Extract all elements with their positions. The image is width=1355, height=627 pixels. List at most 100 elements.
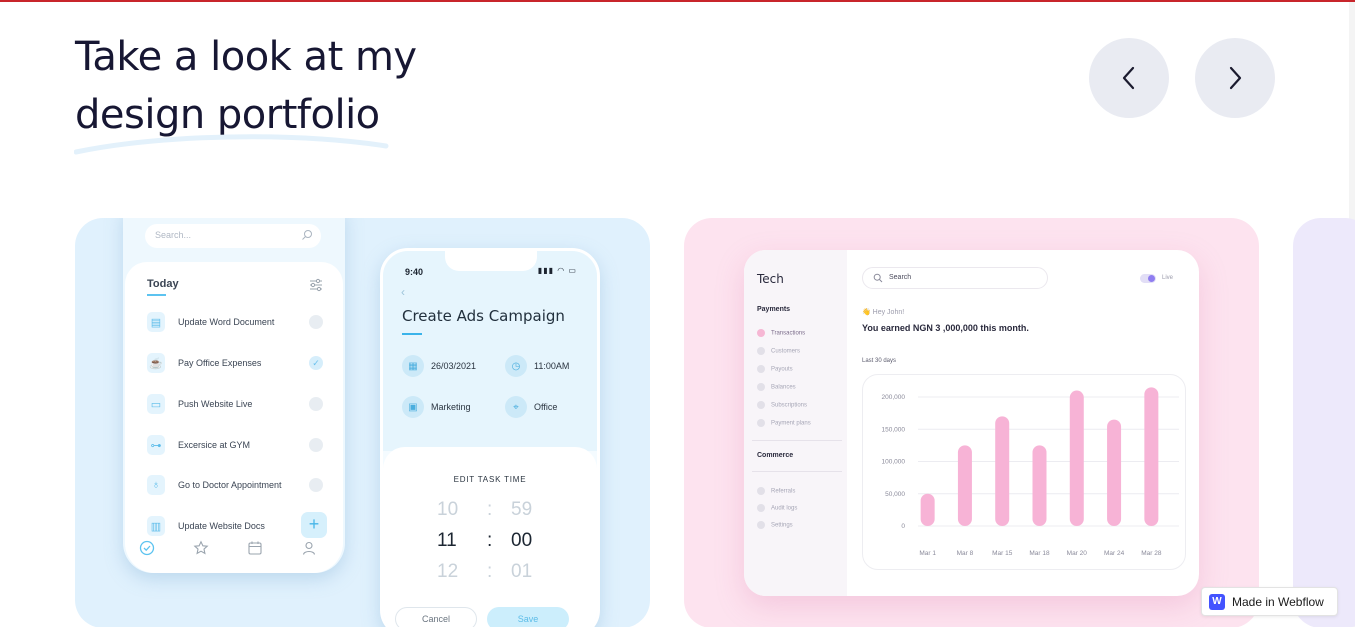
sidebar-item-settings: Settings [757,521,793,529]
star-icon [193,540,209,555]
carousel-prev-button[interactable] [1089,38,1169,118]
chart-xtick-label: Mar 24 [1104,550,1125,557]
time-picker-hour: 11 [437,530,457,551]
subscriptions-icon [757,401,765,409]
transactions-icon [757,329,765,337]
chart-bar [957,445,972,526]
portfolio-card-mobile-apps[interactable]: Search... Today ▤ Update Word Document ☕… [75,218,650,627]
chart-bar [920,493,935,526]
phone-status-icons: ▮▮▮ ◠ ▭ [537,266,577,275]
chevron-left-icon [1122,66,1135,90]
todo-search-input: Search... [145,224,321,248]
todo-search-placeholder: Search... [155,230,192,240]
webflow-logo-icon: W [1209,593,1225,610]
earnings-chart: 200,000 150,000 100,000 50,000 0 Mar 1 Mar 8 Ma… [862,374,1186,570]
task-category-label: Marketing [431,402,471,412]
made-in-webflow-badge[interactable]: W Made in Webflow [1201,587,1338,616]
chart-period-label: Last 30 days [862,358,897,364]
dashboard-search-placeholder: Search [889,274,912,281]
payment-plans-icon [757,419,765,427]
sidebar-item-referrals: Referrals [757,487,795,495]
time-picker-minute: 00 [511,530,533,551]
dashboard-sidebar: Tech Payments Transactions Customers Pay… [744,250,847,596]
sidebar-item-label: Audit logs [771,505,798,512]
carousel-next-button[interactable] [1195,38,1275,118]
calendar-icon [248,541,262,555]
time-picker-separator: : [487,530,493,551]
dashboard-search-input: Search [862,267,1048,289]
chart-ytick-label: 150,000 [882,426,906,433]
chart-bar [1069,390,1084,526]
filter-icon [310,278,322,292]
webflow-badge-label: Made in Webflow [1232,594,1324,609]
time-picker-hour: 10 [437,499,459,520]
payouts-icon [757,365,765,373]
sidebar-item-label: Subscriptions [771,402,808,409]
task-place-label: Office [534,402,558,412]
sidebar-item-customers: Customers [757,347,800,355]
time-picker-minute: 59 [511,499,533,520]
todo-item: ▤ Update Word Document [147,312,323,334]
chart-bar [1032,445,1047,526]
sidebar-item-transactions: Transactions [757,329,805,337]
sidebar-item-label: Settings [771,522,793,529]
portfolio-card-dashboard[interactable]: Tech Payments Transactions Customers Pay… [684,218,1259,627]
time-picker-separator: : [487,499,493,520]
chart-xtick-label: Mar 1 [919,550,936,557]
todo-list-panel: Today ▤ Update Word Document ☕ Pay Offic… [125,262,343,573]
time-picker-row-selected: 11 : 00 [383,530,597,554]
dashboard-greeting: 👋 Hey John! [862,309,905,316]
cancel-button: Cancel [395,607,477,627]
todo-item-label: Excersice at GYM [178,440,251,450]
user-icon [302,541,316,555]
todo-checkbox [309,315,323,329]
todo-section-title: Today [147,278,179,290]
chart-ytick-label: 200,000 [882,394,906,401]
todo-item: ♁ Go to Doctor Appointment [147,475,323,497]
time-picker-hour: 12 [437,561,459,582]
title-underline-swoosh [74,134,389,155]
todo-item: ▥ Update Website Docs + [147,512,327,538]
time-picker-minute: 01 [511,561,533,582]
top-accent-line [0,0,1355,2]
portfolio-card-next[interactable] [1293,218,1355,627]
task-title-underline [402,333,422,335]
sidebar-item-label: Balances [771,384,796,391]
sidebar-item-payouts: Payouts [757,365,793,373]
chart-ytick-label: 50,000 [885,491,905,498]
sidebar-divider [752,471,842,472]
sidebar-item-label: Payouts [771,366,793,373]
time-picker-row: 10 : 59 [383,499,597,523]
referrals-icon [757,487,765,495]
document-icon: ▤ [147,312,165,332]
dashboard-earnings-summary: You earned NGN 3 ,000,000 this month. [862,323,1029,333]
check-circle-icon [139,540,155,556]
page-title: Take a look at my design portfolio [75,28,495,144]
time-picker-separator: : [487,561,493,582]
dumbbell-icon: ⊶ [147,435,165,455]
live-toggle [1140,274,1156,283]
todo-item: ⊶ Excersice at GYM [147,435,323,457]
chart-ytick-label: 0 [901,523,905,530]
live-label: Live [1162,275,1174,281]
chart-xtick-label: Mar 18 [1029,550,1050,557]
sidebar-item-label: Payment plans [771,420,811,427]
chart-xtick-label: Mar 15 [992,550,1013,557]
balances-icon [757,383,765,391]
edit-time-title: EDIT TASK TIME [453,475,527,484]
chart-bar [1144,387,1159,526]
todo-item: ▭ Push Website Live [147,394,323,416]
task-date: ▦ 26/03/2021 [402,355,498,377]
page-title-line-1: Take a look at my [75,34,417,80]
task-phone-mockup: 9:40 ▮▮▮ ◠ ▭ ‹ Create Ads Campaign ▦ 26/… [380,248,600,627]
sidebar-item-label: Customers [771,348,801,355]
sidebar-item-balances: Balances [757,383,796,391]
chart-bar [995,416,1010,526]
task-time-label: 11:00AM [534,361,570,371]
briefcase-icon: ▣ [402,396,424,418]
edit-time-sheet: EDIT TASK TIME 10 : 59 11 : 00 12 : 01 C… [383,447,597,627]
todo-item-label: Push Website Live [178,399,253,409]
todo-checkbox [309,478,323,492]
todo-item-label: Pay Office Expenses [178,358,262,368]
todo-item-label: Go to Doctor Appointment [178,480,282,490]
